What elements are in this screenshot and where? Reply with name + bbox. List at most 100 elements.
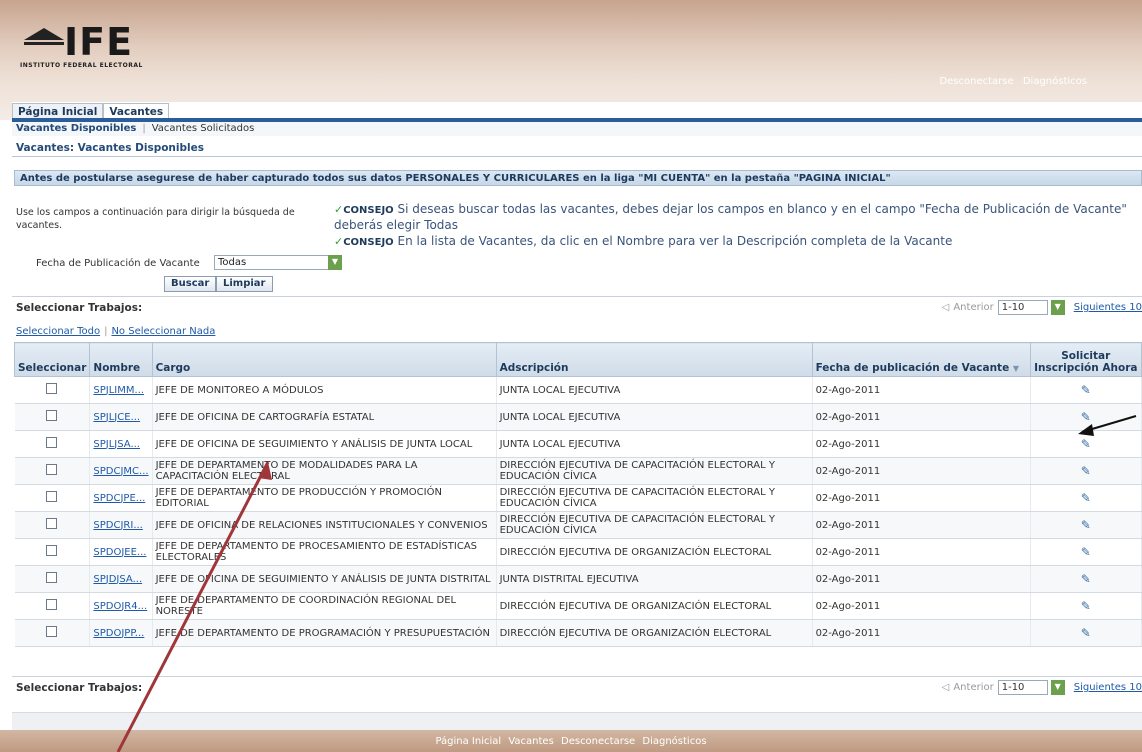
- tip-1: ✓CONSEJO Si deseas buscar todas las vaca…: [334, 202, 1134, 232]
- col-fecha-label: Fecha de publicación de Vacante: [815, 362, 1010, 374]
- pager-bottom: ◁ Anterior 1-10 ▼ Siguientes 10: [942, 680, 1142, 695]
- date-filter-label: Fecha de Publicación de Vacante: [36, 258, 200, 269]
- vacancy-name-link[interactable]: SPDCJMC...: [93, 466, 148, 477]
- vacancy-name-link[interactable]: SPJLJCE...: [93, 412, 140, 423]
- pager-prev: Anterior: [953, 302, 994, 313]
- col-solicitar: Solicitar Inscripción Ahora: [1029, 342, 1142, 377]
- vacancy-name-link[interactable]: SPJLIMM...: [93, 385, 144, 396]
- col-fecha[interactable]: Fecha de publicación de Vacante ▼: [811, 342, 1031, 377]
- vacancy-name-link[interactable]: SPJLJSA...: [93, 439, 140, 450]
- footer-strip: [12, 712, 1142, 730]
- table-row: SPDOJPP... JEFE DE DEPARTAMENTO DE PROGRA…: [14, 619, 1142, 647]
- row-select-cell: [14, 619, 91, 647]
- footer-link-pagina-inicial[interactable]: Página Inicial: [435, 736, 501, 747]
- vacancy-name-link[interactable]: SPDOJEE...: [93, 547, 146, 558]
- subtab-vacantes-solicitados[interactable]: Vacantes Solicitados: [152, 123, 255, 134]
- vacancy-name-link[interactable]: SPDOJPP...: [93, 628, 144, 639]
- row-select-cell: [14, 457, 91, 485]
- row-select-cell: [14, 565, 91, 593]
- row-checkbox[interactable]: [46, 518, 58, 529]
- row-fecha: 02-Ago-2011: [812, 376, 1031, 404]
- col-select: Seleccionar: [13, 342, 91, 377]
- table-row: SPDOJEE... JEFE DE DEPARTAMENTO DE PROCES…: [14, 538, 1142, 566]
- footer-link-vacantes[interactable]: Vacantes: [508, 736, 553, 747]
- row-fecha: 02-Ago-2011: [812, 538, 1031, 566]
- logout-link[interactable]: Desconectarse: [939, 76, 1013, 87]
- vacancy-name-link[interactable]: SPJDJSA...: [93, 574, 142, 585]
- apply-icon[interactable]: ✎: [1081, 626, 1091, 640]
- search-button[interactable]: Buscar: [164, 276, 217, 292]
- pager-range-select[interactable]: 1-10 ▼: [997, 300, 1065, 315]
- ife-logo-mark-icon: [24, 28, 64, 45]
- apply-icon[interactable]: ✎: [1081, 572, 1091, 586]
- date-filter-select[interactable]: Todas ▼: [214, 255, 342, 270]
- clear-button[interactable]: Limpiar: [216, 276, 273, 292]
- pager-range-select[interactable]: 1-10 ▼: [997, 680, 1065, 695]
- table-row: SPDCJRI... JEFE DE OFICINA DE RELACIONES …: [14, 511, 1142, 539]
- row-name-cell: SPDCJMC...: [89, 457, 153, 485]
- apply-icon[interactable]: ✎: [1081, 437, 1091, 451]
- vacancies-table: Seleccionar Nombre Cargo Adscripción Fec…: [13, 342, 1142, 647]
- table-row: SPDCJMC... JEFE DE DEPARTAMENTO DE MODALI…: [14, 457, 1142, 485]
- row-checkbox[interactable]: [46, 491, 58, 502]
- row-adscripcion: JUNTA DISTRITAL EJECUTIVA: [496, 565, 813, 593]
- apply-icon[interactable]: ✎: [1081, 410, 1091, 424]
- select-none-link[interactable]: No Seleccionar Nada: [111, 326, 215, 337]
- table-row: SPJLIMM... JEFE DE MONITOREO A MÓDULOS JUN…: [14, 376, 1142, 404]
- row-name-cell: SPDOJPP...: [89, 619, 153, 647]
- row-checkbox[interactable]: [46, 599, 58, 610]
- select-all-link[interactable]: Seleccionar Todo: [16, 326, 100, 337]
- pager-next-link[interactable]: Siguientes 10: [1074, 682, 1142, 693]
- apply-icon[interactable]: ✎: [1081, 599, 1091, 613]
- row-checkbox[interactable]: [46, 626, 58, 637]
- subtabs: Vacantes Disponibles | Vacantes Solicitado…: [12, 122, 1142, 136]
- row-cargo: JEFE DE DEPARTAMENTO DE MODALIDADES PARA…: [152, 457, 497, 485]
- row-name-cell: SPDCJRI...: [89, 511, 153, 539]
- row-cargo: JEFE DE DEPARTAMENTO DE COORDINACIÓN REG…: [152, 592, 497, 620]
- title-divider: [12, 156, 1142, 157]
- row-apply-cell: ✎: [1030, 376, 1142, 404]
- apply-icon[interactable]: ✎: [1081, 518, 1091, 532]
- footer-link-diagnosticos[interactable]: Diagnósticos: [642, 736, 706, 747]
- vacancy-name-link[interactable]: SPDCJPE...: [93, 493, 145, 504]
- row-checkbox[interactable]: [46, 545, 58, 556]
- diagnostics-link[interactable]: Diagnósticos: [1023, 76, 1087, 87]
- pager-next-link[interactable]: Siguientes 10: [1074, 302, 1142, 313]
- subtab-vacantes-disponibles[interactable]: Vacantes Disponibles: [16, 123, 136, 134]
- pager-prev: Anterior: [953, 682, 994, 693]
- dropdown-arrow-icon[interactable]: ▼: [1050, 680, 1065, 695]
- vacancy-name-link[interactable]: SPDOJR4...: [93, 601, 147, 612]
- row-select-cell: [14, 511, 91, 539]
- footer-link-desconectarse[interactable]: Desconectarse: [561, 736, 635, 747]
- row-apply-cell: ✎: [1030, 619, 1142, 647]
- row-select-cell: [14, 376, 91, 404]
- row-adscripcion: DIRECCIÓN EJECUTIVA DE ORGANIZACIÓN ELEC…: [496, 592, 813, 620]
- row-cargo: JEFE DE OFICINA DE SEGUIMIENTO Y ANÁLISI…: [152, 430, 497, 458]
- row-name-cell: SPJLIMM...: [89, 376, 153, 404]
- tip-text: Si deseas buscar todas las vacantes, deb…: [334, 202, 1127, 232]
- row-checkbox[interactable]: [46, 383, 58, 394]
- row-checkbox[interactable]: [46, 572, 58, 583]
- row-apply-cell: ✎: [1030, 511, 1142, 539]
- logo-name: IFE: [64, 20, 134, 64]
- row-checkbox[interactable]: [46, 410, 58, 421]
- dropdown-arrow-icon[interactable]: ▼: [1050, 300, 1065, 315]
- row-name-cell: SPDOJR4...: [89, 592, 153, 620]
- row-checkbox[interactable]: [46, 464, 58, 475]
- dropdown-arrow-icon[interactable]: ▼: [328, 255, 342, 270]
- date-filter-value: Todas: [218, 257, 247, 268]
- global-links: Desconectarse Diagnósticos: [933, 76, 1087, 87]
- apply-icon[interactable]: ✎: [1081, 491, 1091, 505]
- row-cargo: JEFE DE DEPARTAMENTO DE PROGRAMACIÓN Y P…: [152, 619, 497, 647]
- apply-icon[interactable]: ✎: [1081, 464, 1091, 478]
- row-select-cell: [14, 403, 91, 431]
- apply-icon[interactable]: ✎: [1081, 545, 1091, 559]
- page-content: Página Inicial Vacantes Vacantes Disponi…: [12, 102, 1142, 714]
- pager-range: 1-10: [1001, 302, 1025, 313]
- row-checkbox[interactable]: [46, 437, 58, 448]
- vacancy-name-link[interactable]: SPDCJRI...: [93, 520, 142, 531]
- row-select-cell: [14, 484, 91, 512]
- footer-links: Página Inicial Vacantes Desconectarse Di…: [0, 736, 1142, 747]
- apply-icon[interactable]: ✎: [1081, 383, 1091, 397]
- row-name-cell: SPJLJSA...: [89, 430, 153, 458]
